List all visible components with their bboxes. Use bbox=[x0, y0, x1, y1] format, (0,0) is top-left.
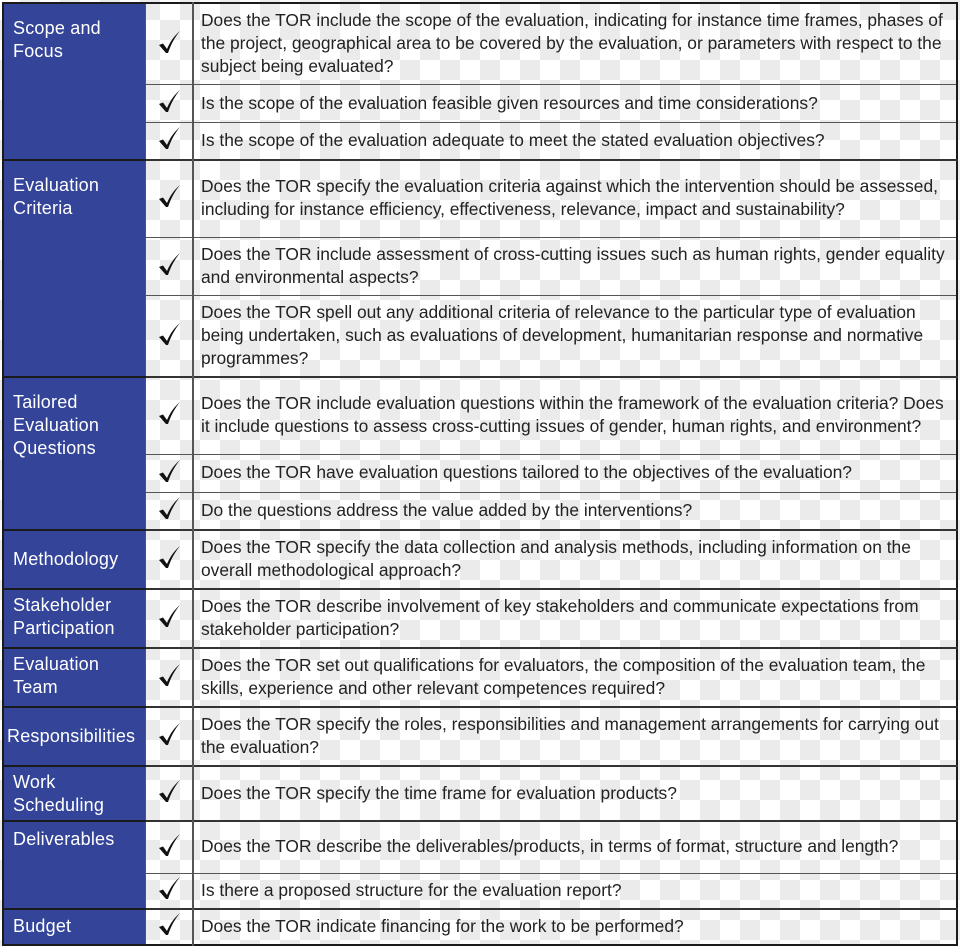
checkmark-icon bbox=[156, 722, 182, 746]
checklist-row: Is the scope of the evaluation feasible … bbox=[3, 84, 957, 123]
checkmark-icon bbox=[156, 663, 182, 687]
check-cell bbox=[145, 3, 194, 85]
category-label: Evaluation Team bbox=[3, 647, 146, 707]
checkmark-icon bbox=[156, 322, 182, 346]
checklist-row: Is there a proposed structure for the ev… bbox=[3, 872, 957, 909]
category-label: Budget bbox=[3, 907, 146, 945]
question-text: Does the TOR describe involvement of key… bbox=[193, 588, 957, 648]
check-cell bbox=[145, 765, 194, 821]
check-cell bbox=[145, 295, 194, 377]
checklist-row: Deliverables Does the TOR describe the d… bbox=[3, 820, 957, 909]
question-text: Does the TOR specify the roles, responsi… bbox=[193, 706, 957, 766]
check-cell bbox=[145, 872, 194, 909]
question-text: Is the scope of the evaluation adequate … bbox=[193, 122, 957, 160]
checklist-row: Evaluation Criteria Does the TOR specify… bbox=[3, 158, 957, 377]
checkmark-icon bbox=[156, 30, 182, 54]
question-text: Does the TOR include assessment of cross… bbox=[193, 237, 957, 296]
checklist-row: Do the questions address the value added… bbox=[3, 491, 957, 530]
check-cell bbox=[145, 907, 194, 945]
check-cell bbox=[145, 588, 194, 648]
tor-checklist-table: Scope and Focus Does the TOR include the… bbox=[2, 2, 958, 946]
category-label: Stakeholder Participation bbox=[3, 588, 146, 648]
checkmark-icon bbox=[156, 126, 182, 150]
check-cell bbox=[145, 529, 194, 589]
checkmark-icon bbox=[156, 876, 182, 900]
checkmark-icon bbox=[156, 401, 182, 425]
checklist-row: Responsibilities Does the TOR specify th… bbox=[3, 706, 957, 766]
question-text: Does the TOR indicate financing for the … bbox=[193, 907, 957, 945]
checkmark-icon bbox=[156, 779, 182, 803]
check-cell bbox=[145, 376, 194, 454]
category-label: Scope and Focus bbox=[3, 3, 146, 160]
question-text: Does the TOR spell out any additional cr… bbox=[193, 295, 957, 377]
checkmark-icon bbox=[156, 833, 182, 857]
question-text: Does the TOR specify the time frame for … bbox=[193, 765, 957, 821]
checklist-row: Stakeholder Participation Does the TOR d… bbox=[3, 588, 957, 648]
checkmark-icon bbox=[156, 252, 182, 276]
checklist-row: Budget Does the TOR indicate financing f… bbox=[3, 907, 957, 945]
question-text: Do the questions address the value added… bbox=[193, 491, 957, 530]
check-cell bbox=[145, 820, 194, 873]
checklist-row: Does the TOR include assessment of cross… bbox=[3, 237, 957, 296]
checklist-row: Is the scope of the evaluation adequate … bbox=[3, 122, 957, 160]
checklist-row: Tailored Evaluation Questions Does the T… bbox=[3, 376, 957, 530]
checklist-row: Does the TOR spell out any additional cr… bbox=[3, 295, 957, 377]
category-label: Tailored Evaluation Questions bbox=[3, 376, 146, 530]
checklist-row: Scope and Focus Does the TOR include the… bbox=[3, 3, 957, 160]
question-text: Does the TOR describe the deliverables/p… bbox=[193, 820, 957, 873]
check-cell bbox=[145, 453, 194, 492]
checkmark-icon bbox=[156, 184, 182, 208]
check-cell bbox=[145, 237, 194, 296]
checkmark-icon bbox=[156, 912, 182, 936]
checklist-row: Methodology Does the TOR specify the dat… bbox=[3, 529, 957, 589]
check-cell bbox=[145, 84, 194, 123]
category-label: Evaluation Criteria bbox=[3, 158, 146, 377]
category-label: Deliverables bbox=[3, 820, 146, 909]
category-label: Methodology bbox=[3, 529, 146, 589]
check-cell bbox=[145, 122, 194, 160]
checklist-row: Work Scheduling Does the TOR specify the… bbox=[3, 765, 957, 821]
question-text: Does the TOR specify the evaluation crit… bbox=[193, 158, 957, 238]
category-label: Responsibilities bbox=[3, 706, 146, 766]
question-text: Does the TOR include the scope of the ev… bbox=[201, 10, 943, 76]
question-text: Does the TOR specify the data collection… bbox=[193, 529, 957, 589]
category-label: Work Scheduling bbox=[3, 765, 146, 821]
checklist-row: Evaluation Team Does the TOR set out qua… bbox=[3, 647, 957, 707]
question-text: Does the TOR include evaluation question… bbox=[193, 376, 957, 454]
checkmark-icon bbox=[156, 459, 182, 483]
checkmark-icon bbox=[156, 89, 182, 113]
check-cell bbox=[145, 158, 194, 238]
question-text: Does the TOR have evaluation questions t… bbox=[193, 453, 957, 492]
checkmark-icon bbox=[156, 496, 182, 520]
check-cell bbox=[145, 706, 194, 766]
question-text: Is there a proposed structure for the ev… bbox=[193, 872, 957, 909]
question-text: Does the TOR set out qualifications for … bbox=[193, 647, 957, 707]
check-cell bbox=[145, 491, 194, 530]
check-cell bbox=[145, 647, 194, 707]
checklist-row: Does the TOR have evaluation questions t… bbox=[3, 453, 957, 492]
checklist-body: Scope and Focus Does the TOR include the… bbox=[3, 3, 957, 945]
checkmark-icon bbox=[156, 604, 182, 628]
question-text: Is the scope of the evaluation feasible … bbox=[193, 84, 957, 123]
checkmark-icon bbox=[156, 545, 182, 569]
